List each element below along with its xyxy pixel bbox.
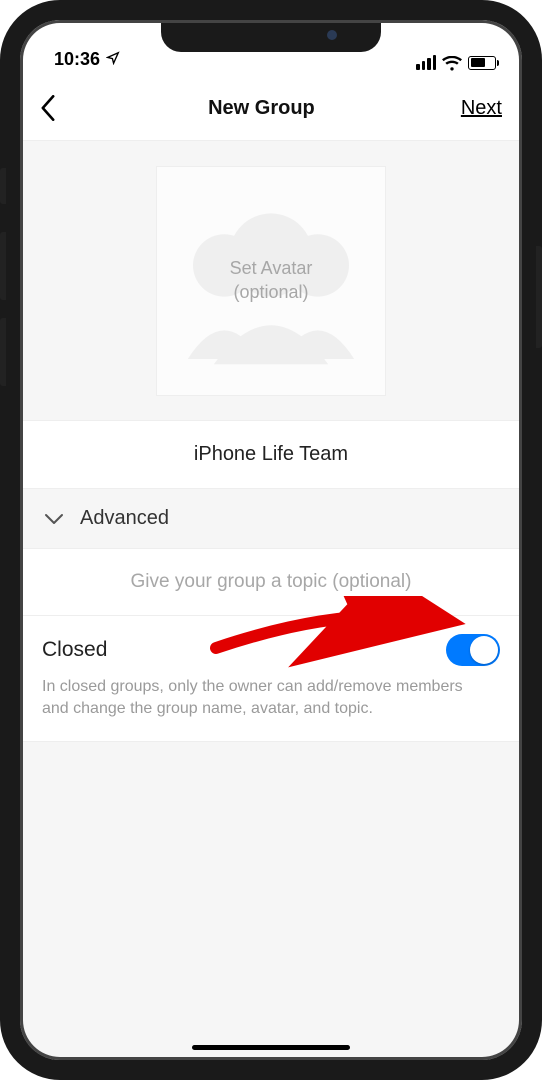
battery-icon <box>468 56 496 70</box>
wifi-icon <box>442 55 462 70</box>
phone-power-button <box>536 246 542 348</box>
nav-bar: New Group Next <box>20 76 522 141</box>
closed-section: Closed In closed groups, only the owner … <box>20 616 522 742</box>
phone-mute-switch <box>0 168 6 204</box>
avatar-label-line2: (optional) <box>230 281 313 304</box>
empty-space <box>20 742 522 1060</box>
back-button[interactable] <box>34 94 62 122</box>
location-icon <box>106 49 120 70</box>
phone-volume-up <box>0 232 6 300</box>
page-title: New Group <box>208 97 315 120</box>
group-topic-field[interactable]: Give your group a topic (optional) <box>20 549 522 616</box>
cellular-icon <box>416 55 436 70</box>
avatar-picker[interactable]: Set Avatar (optional) <box>20 141 522 421</box>
advanced-label: Advanced <box>80 507 169 530</box>
closed-description: In closed groups, only the owner can add… <box>42 676 477 719</box>
group-name-field[interactable]: iPhone Life Team <box>20 421 522 489</box>
advanced-toggle-row[interactable]: Advanced <box>20 489 522 549</box>
next-button[interactable]: Next <box>461 97 502 120</box>
home-indicator[interactable] <box>192 1045 350 1050</box>
avatar-label-line1: Set Avatar <box>230 257 313 280</box>
chevron-down-icon <box>44 512 64 526</box>
phone-notch <box>161 18 381 52</box>
status-time: 10:36 <box>54 49 100 70</box>
closed-label: Closed <box>42 638 107 662</box>
phone-volume-down <box>0 318 6 386</box>
closed-toggle[interactable] <box>446 634 500 666</box>
